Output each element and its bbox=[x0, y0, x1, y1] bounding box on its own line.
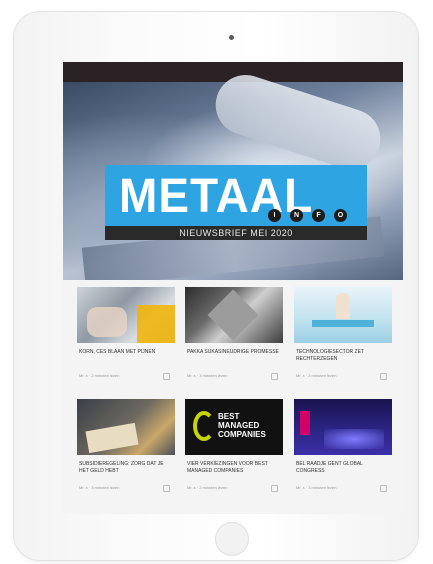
article-meta: Mr. s · 3 minuten lezen bbox=[187, 373, 228, 378]
logo-info-dots: I N F O bbox=[268, 209, 347, 222]
share-icon[interactable] bbox=[271, 373, 278, 380]
stage-lights bbox=[324, 429, 384, 449]
stage-accent bbox=[300, 411, 310, 435]
article-thumbnail[interactable]: BEST MANAGED COMPANIES bbox=[185, 399, 283, 455]
article-meta: Mr. s · 3 minuten lezen bbox=[79, 485, 120, 490]
hero-background-shape bbox=[207, 67, 389, 177]
article-meta: Mr. s · 2 minuten lezen bbox=[296, 373, 337, 378]
logo-dot: F bbox=[312, 209, 325, 222]
camera-icon bbox=[229, 35, 234, 40]
tablet-screen: METAAL I N F O NIEUWSBRIEF MEI 2020 Korn… bbox=[63, 62, 403, 514]
home-button[interactable] bbox=[215, 522, 249, 556]
photo-detail bbox=[207, 289, 259, 341]
article-thumbnail[interactable] bbox=[77, 287, 175, 343]
logo-dot: O bbox=[334, 209, 347, 222]
share-icon[interactable] bbox=[380, 485, 387, 492]
article-thumbnail[interactable] bbox=[294, 399, 392, 455]
article-title[interactable]: Vier verkiezingen voor best managed comp… bbox=[187, 461, 279, 475]
article-thumbnail[interactable] bbox=[185, 287, 283, 343]
article-title[interactable]: Korn, ces blaan met pijnen bbox=[79, 349, 171, 356]
article-meta: Mr. s · 3 minuten lezen bbox=[296, 485, 337, 490]
article-title[interactable]: Pakka sukasineudrige promesse bbox=[187, 349, 279, 356]
logo-dot: I bbox=[268, 209, 281, 222]
share-icon[interactable] bbox=[380, 373, 387, 380]
hero-banner: METAAL I N F O NIEUWSBRIEF MEI 2020 bbox=[63, 67, 403, 288]
bmc-logo-text: BEST MANAGED COMPANIES bbox=[218, 412, 266, 439]
photo-detail bbox=[87, 307, 127, 337]
logo-dot: N bbox=[290, 209, 303, 222]
article-title[interactable]: Bel raadje Gent global congress bbox=[296, 461, 388, 475]
metaal-logo: METAAL I N F O bbox=[105, 165, 367, 226]
article-thumbnail[interactable] bbox=[77, 399, 175, 455]
article-title[interactable]: Technologiesector zet rechterzegen bbox=[296, 349, 388, 363]
article-thumbnail[interactable] bbox=[294, 287, 392, 343]
share-icon[interactable] bbox=[163, 485, 170, 492]
illustration-banner bbox=[312, 320, 374, 327]
bmc-logo-icon bbox=[193, 411, 215, 441]
share-icon[interactable] bbox=[271, 485, 278, 492]
article-meta: Mr. s · 2 minuten lezen bbox=[187, 485, 228, 490]
illustration-person bbox=[336, 293, 350, 319]
article-meta: Mr. s · 2 minuten lezen bbox=[79, 373, 120, 378]
newsletter-subtitle: NIEUWSBRIEF MEI 2020 bbox=[105, 226, 367, 240]
photo-detail bbox=[137, 305, 175, 343]
share-icon[interactable] bbox=[163, 373, 170, 380]
photo-detail bbox=[85, 422, 139, 454]
article-grid: Korn, ces blaan met pijnen Mr. s · 2 min… bbox=[63, 280, 403, 514]
article-title[interactable]: Subsidieregeling: zorg dat je het geld h… bbox=[79, 461, 171, 475]
